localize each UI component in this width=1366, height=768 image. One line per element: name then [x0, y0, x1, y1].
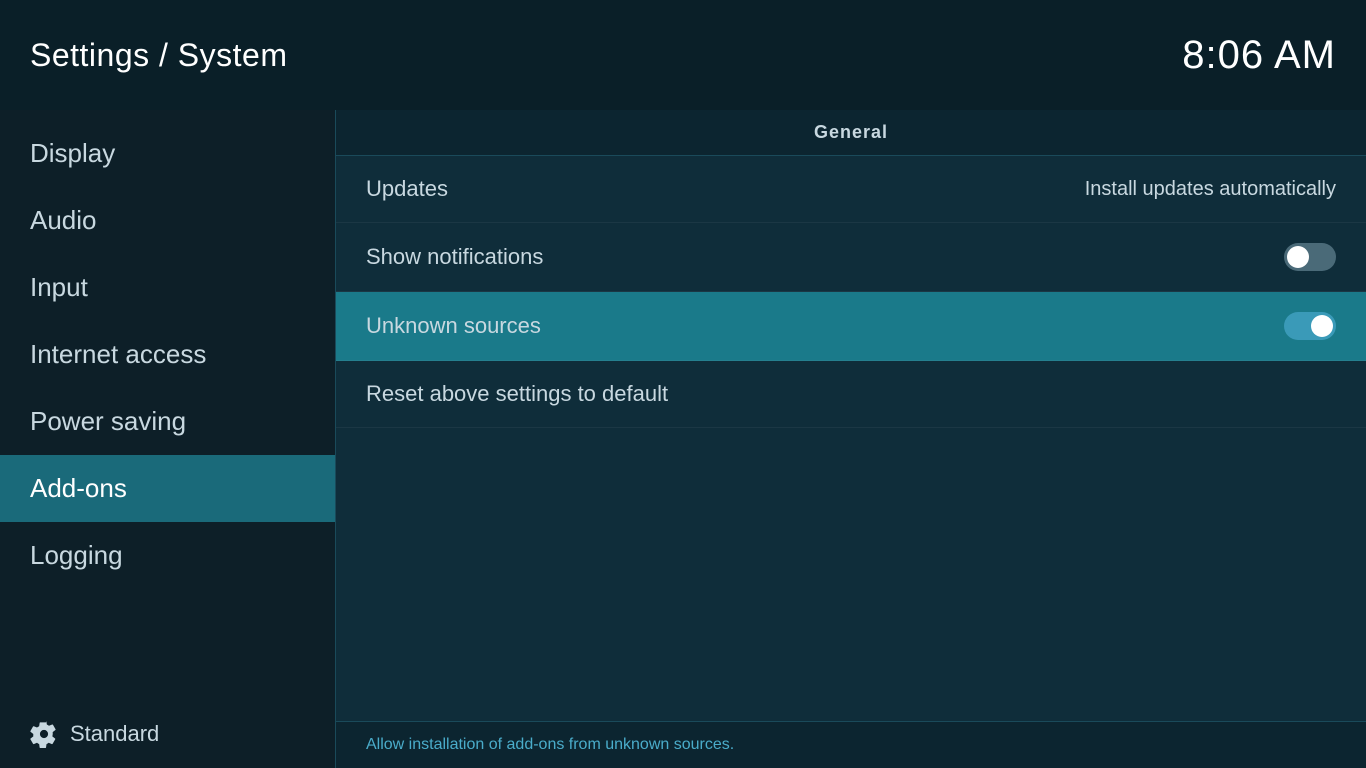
- settings-list: Updates Install updates automatically Sh…: [336, 156, 1366, 721]
- setting-row-reset[interactable]: Reset above settings to default: [336, 361, 1366, 428]
- settings-level-label: Standard: [70, 721, 159, 747]
- sidebar-item-logging[interactable]: Logging: [0, 522, 335, 589]
- sidebar-item-input[interactable]: Input: [0, 254, 335, 321]
- sidebar-bottom: Standard: [0, 700, 335, 768]
- setting-row-updates[interactable]: Updates Install updates automatically: [336, 156, 1366, 223]
- sidebar-item-add-ons[interactable]: Add-ons: [0, 455, 335, 522]
- toggle-unknown-sources[interactable]: [1284, 312, 1336, 340]
- sidebar-item-internet-access[interactable]: Internet access: [0, 321, 335, 388]
- setting-label-reset: Reset above settings to default: [366, 381, 668, 407]
- sidebar-item-display[interactable]: Display: [0, 120, 335, 187]
- page-title: Settings / System: [30, 37, 287, 74]
- setting-value-updates: Install updates automatically: [1085, 178, 1336, 201]
- content-area: General Updates Install updates automati…: [335, 110, 1366, 768]
- toggle-show-notifications[interactable]: [1284, 243, 1336, 271]
- footer-hint: Allow installation of add-ons from unkno…: [366, 736, 734, 753]
- setting-label-show-notifications: Show notifications: [366, 244, 543, 270]
- sidebar-item-audio[interactable]: Audio: [0, 187, 335, 254]
- clock: 8:06 AM: [1182, 33, 1336, 78]
- section-header: General: [336, 110, 1366, 156]
- content-footer: Allow installation of add-ons from unkno…: [336, 721, 1366, 768]
- setting-label-updates: Updates: [366, 176, 448, 202]
- setting-row-show-notifications[interactable]: Show notifications: [336, 223, 1366, 292]
- sidebar: Display Audio Input Internet access Powe…: [0, 110, 335, 768]
- main-layout: Display Audio Input Internet access Powe…: [0, 110, 1366, 768]
- toggle-knob-unknown-sources: [1311, 315, 1333, 337]
- gear-icon: [30, 720, 58, 748]
- setting-row-unknown-sources[interactable]: Unknown sources: [336, 292, 1366, 361]
- section-title: General: [814, 122, 888, 142]
- setting-label-unknown-sources: Unknown sources: [366, 313, 541, 339]
- toggle-knob-show-notifications: [1287, 246, 1309, 268]
- header: Settings / System 8:06 AM: [0, 0, 1366, 110]
- sidebar-item-power-saving[interactable]: Power saving: [0, 388, 335, 455]
